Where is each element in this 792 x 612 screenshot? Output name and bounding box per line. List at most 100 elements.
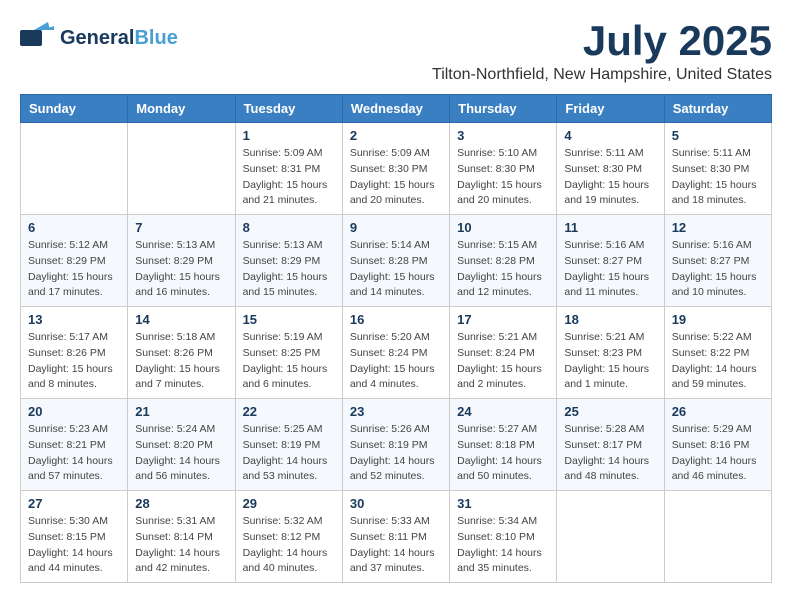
calendar-cell: 16 Sunrise: 5:20 AM Sunset: 8:24 PM Dayli… — [342, 307, 449, 399]
day-number: 30 — [350, 496, 442, 511]
day-info: Sunrise: 5:19 AM Sunset: 8:25 PM Dayligh… — [243, 330, 335, 393]
calendar-cell: 13Sunrise: 5:17 AM Sunset: 8:26 PM Dayli… — [21, 307, 128, 399]
title-block: July 2025 Tilton-Northfield, New Hampshi… — [432, 20, 772, 84]
calendar-cell: 22 Sunrise: 5:25 AM Sunset: 8:19 PM Dayli… — [235, 399, 342, 491]
calendar-cell: 14 Sunrise: 5:18 AM Sunset: 8:26 PM Dayli… — [128, 307, 235, 399]
day-info: Sunrise: 5:30 AM Sunset: 8:15 PM Dayligh… — [28, 514, 120, 577]
day-number: 2 — [350, 128, 442, 143]
day-info: Sunrise: 5:09 AM Sunset: 8:31 PM Dayligh… — [243, 146, 335, 209]
calendar-cell: 17 Sunrise: 5:21 AM Sunset: 8:24 PM Dayli… — [450, 307, 557, 399]
day-of-week-sunday: Sunday — [21, 95, 128, 123]
calendar-body: 1 Sunrise: 5:09 AM Sunset: 8:31 PM Daylig… — [21, 123, 772, 583]
day-number: 17 — [457, 312, 549, 327]
week-row-5: 27 Sunrise: 5:30 AM Sunset: 8:15 PM Dayli… — [21, 491, 772, 583]
day-of-week-tuesday: Tuesday — [235, 95, 342, 123]
calendar-cell: 4 Sunrise: 5:11 AM Sunset: 8:30 PM Daylig… — [557, 123, 664, 215]
day-info: Sunrise: 5:13 AM Sunset: 8:29 PM Dayligh… — [243, 238, 335, 301]
week-row-1: 1 Sunrise: 5:09 AM Sunset: 8:31 PM Daylig… — [21, 123, 772, 215]
logo-general: General — [60, 27, 134, 49]
day-info: Sunrise: 5:09 AM Sunset: 8:30 PM Dayligh… — [350, 146, 442, 209]
day-of-week-saturday: Saturday — [664, 95, 771, 123]
day-number: 7 — [135, 220, 227, 235]
day-info: Sunrise: 5:16 AM Sunset: 8:27 PM Dayligh… — [564, 238, 656, 301]
day-info: Sunrise: 5:24 AM Sunset: 8:20 PM Dayligh… — [135, 422, 227, 485]
calendar-cell — [664, 491, 771, 583]
day-number: 20 — [28, 404, 120, 419]
week-row-4: 20Sunrise: 5:23 AM Sunset: 8:21 PM Dayli… — [21, 399, 772, 491]
day-info: Sunrise: 5:34 AM Sunset: 8:10 PM Dayligh… — [457, 514, 549, 577]
day-number: 4 — [564, 128, 656, 143]
day-number: 16 — [350, 312, 442, 327]
calendar-cell: 9Sunrise: 5:14 AM Sunset: 8:28 PM Daylig… — [342, 215, 449, 307]
day-number: 27 — [28, 496, 120, 511]
calendar-cell: 1 Sunrise: 5:09 AM Sunset: 8:31 PM Daylig… — [235, 123, 342, 215]
location-title: Tilton-Northfield, New Hampshire, United… — [432, 66, 772, 84]
calendar-table: SundayMondayTuesdayWednesdayThursdayFrid… — [20, 94, 772, 583]
day-number: 18 — [564, 312, 656, 327]
day-number: 5 — [672, 128, 764, 143]
day-info: Sunrise: 5:21 AM Sunset: 8:23 PM Dayligh… — [564, 330, 656, 393]
day-number: 10 — [457, 220, 549, 235]
day-number: 14 — [135, 312, 227, 327]
day-info: Sunrise: 5:26 AM Sunset: 8:19 PM Dayligh… — [350, 422, 442, 485]
calendar-cell: 12 Sunrise: 5:16 AM Sunset: 8:27 PM Dayli… — [664, 215, 771, 307]
day-number: 25 — [564, 404, 656, 419]
day-info: Sunrise: 5:32 AM Sunset: 8:12 PM Dayligh… — [243, 514, 335, 577]
calendar-cell: 7 Sunrise: 5:13 AM Sunset: 8:29 PM Daylig… — [128, 215, 235, 307]
day-number: 29 — [243, 496, 335, 511]
day-info: Sunrise: 5:11 AM Sunset: 8:30 PM Dayligh… — [564, 146, 656, 209]
day-number: 19 — [672, 312, 764, 327]
day-of-week-wednesday: Wednesday — [342, 95, 449, 123]
calendar-cell: 23 Sunrise: 5:26 AM Sunset: 8:19 PM Dayli… — [342, 399, 449, 491]
calendar-cell: 30 Sunrise: 5:33 AM Sunset: 8:11 PM Dayli… — [342, 491, 449, 583]
day-number: 15 — [243, 312, 335, 327]
day-info: Sunrise: 5:20 AM Sunset: 8:24 PM Dayligh… — [350, 330, 442, 393]
day-info: Sunrise: 5:14 AM Sunset: 8:28 PM Dayligh… — [350, 238, 442, 301]
days-of-week-row: SundayMondayTuesdayWednesdayThursdayFrid… — [21, 95, 772, 123]
day-number: 6 — [28, 220, 120, 235]
calendar-cell: 29 Sunrise: 5:32 AM Sunset: 8:12 PM Dayli… — [235, 491, 342, 583]
day-info: Sunrise: 5:13 AM Sunset: 8:29 PM Dayligh… — [135, 238, 227, 301]
logo: GeneralBlue — [20, 20, 178, 56]
calendar-cell — [128, 123, 235, 215]
day-of-week-thursday: Thursday — [450, 95, 557, 123]
calendar-cell: 19 Sunrise: 5:22 AM Sunset: 8:22 PM Dayli… — [664, 307, 771, 399]
logo-icon — [20, 20, 56, 56]
calendar-cell: 20Sunrise: 5:23 AM Sunset: 8:21 PM Dayli… — [21, 399, 128, 491]
day-info: Sunrise: 5:28 AM Sunset: 8:17 PM Dayligh… — [564, 422, 656, 485]
day-number: 1 — [243, 128, 335, 143]
calendar-cell: 2 Sunrise: 5:09 AM Sunset: 8:30 PM Daylig… — [342, 123, 449, 215]
calendar-cell: 11 Sunrise: 5:16 AM Sunset: 8:27 PM Dayli… — [557, 215, 664, 307]
calendar-cell: 24Sunrise: 5:27 AM Sunset: 8:18 PM Dayli… — [450, 399, 557, 491]
day-number: 22 — [243, 404, 335, 419]
calendar-cell: 21 Sunrise: 5:24 AM Sunset: 8:20 PM Dayli… — [128, 399, 235, 491]
day-number: 12 — [672, 220, 764, 235]
calendar-cell: 18 Sunrise: 5:21 AM Sunset: 8:23 PM Dayli… — [557, 307, 664, 399]
calendar-cell: 27 Sunrise: 5:30 AM Sunset: 8:15 PM Dayli… — [21, 491, 128, 583]
calendar-cell: 10 Sunrise: 5:15 AM Sunset: 8:28 PM Dayli… — [450, 215, 557, 307]
page-header: GeneralBlue July 2025 Tilton-Northfield,… — [20, 20, 772, 84]
day-info: Sunrise: 5:15 AM Sunset: 8:28 PM Dayligh… — [457, 238, 549, 301]
day-number: 28 — [135, 496, 227, 511]
day-number: 11 — [564, 220, 656, 235]
day-number: 21 — [135, 404, 227, 419]
day-info: Sunrise: 5:27 AM Sunset: 8:18 PM Dayligh… — [457, 422, 549, 485]
day-info: Sunrise: 5:21 AM Sunset: 8:24 PM Dayligh… — [457, 330, 549, 393]
calendar-cell: 28Sunrise: 5:31 AM Sunset: 8:14 PM Dayli… — [128, 491, 235, 583]
day-info: Sunrise: 5:10 AM Sunset: 8:30 PM Dayligh… — [457, 146, 549, 209]
calendar-header: SundayMondayTuesdayWednesdayThursdayFrid… — [21, 95, 772, 123]
calendar-cell: 15 Sunrise: 5:19 AM Sunset: 8:25 PM Dayli… — [235, 307, 342, 399]
day-number: 23 — [350, 404, 442, 419]
calendar-cell: 3Sunrise: 5:10 AM Sunset: 8:30 PM Daylig… — [450, 123, 557, 215]
day-info: Sunrise: 5:22 AM Sunset: 8:22 PM Dayligh… — [672, 330, 764, 393]
day-info: Sunrise: 5:11 AM Sunset: 8:30 PM Dayligh… — [672, 146, 764, 209]
day-info: Sunrise: 5:33 AM Sunset: 8:11 PM Dayligh… — [350, 514, 442, 577]
month-title: July 2025 — [432, 20, 772, 62]
day-info: Sunrise: 5:12 AM Sunset: 8:29 PM Dayligh… — [28, 238, 120, 301]
week-row-3: 13Sunrise: 5:17 AM Sunset: 8:26 PM Dayli… — [21, 307, 772, 399]
day-info: Sunrise: 5:16 AM Sunset: 8:27 PM Dayligh… — [672, 238, 764, 301]
day-info: Sunrise: 5:18 AM Sunset: 8:26 PM Dayligh… — [135, 330, 227, 393]
calendar-cell: 25 Sunrise: 5:28 AM Sunset: 8:17 PM Dayli… — [557, 399, 664, 491]
day-info: Sunrise: 5:25 AM Sunset: 8:19 PM Dayligh… — [243, 422, 335, 485]
day-of-week-friday: Friday — [557, 95, 664, 123]
